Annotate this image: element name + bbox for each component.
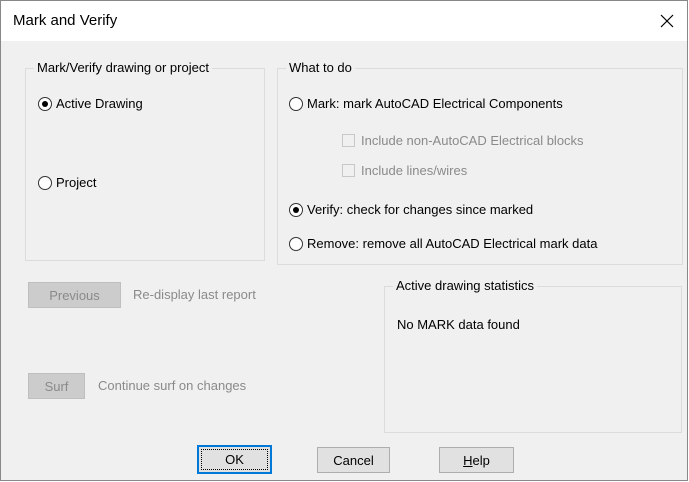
stats-groupbox: Active drawing statistics xyxy=(384,278,682,433)
surf-button-label: Surf xyxy=(44,378,69,394)
previous-button[interactable]: Previous xyxy=(28,282,121,308)
verify-radio-indicator xyxy=(289,202,303,217)
ok-button[interactable]: OK xyxy=(197,445,272,474)
mark-verify-dialog: Mark and Verify Mark/Verify drawing or p… xyxy=(0,0,688,481)
scope-group-legend: Mark/Verify drawing or project xyxy=(34,60,212,76)
ok-button-label: OK xyxy=(225,452,244,467)
include-lines-label: Include lines/wires xyxy=(361,163,468,178)
project-label: Project xyxy=(56,175,97,190)
help-mnemonic: H xyxy=(463,452,473,468)
close-icon xyxy=(660,14,674,28)
include-blocks-label: Include non-AutoCAD Electrical blocks xyxy=(361,133,584,148)
mark-radio-indicator xyxy=(289,96,303,111)
stats-message: No MARK data found xyxy=(397,317,520,332)
help-button[interactable]: Help xyxy=(439,447,514,473)
include-lines-checkbox[interactable]: Include lines/wires xyxy=(342,163,467,178)
previous-button-label: Previous xyxy=(49,287,100,303)
active-drawing-label: Active Drawing xyxy=(56,96,143,111)
radio-remove[interactable]: Remove: remove all AutoCAD Electrical ma… xyxy=(289,236,597,251)
active-drawing-radio-indicator xyxy=(38,96,52,111)
verify-label: Verify: check for changes since marked xyxy=(307,202,534,217)
radio-verify[interactable]: Verify: check for changes since marked xyxy=(289,202,533,217)
surf-button[interactable]: Surf xyxy=(28,373,85,399)
radio-mark[interactable]: Mark: mark AutoCAD Electrical Components xyxy=(289,96,563,111)
remove-radio-indicator xyxy=(289,236,303,251)
close-button[interactable] xyxy=(647,1,687,41)
window-title: Mark and Verify xyxy=(13,12,118,29)
action-group-legend: What to do xyxy=(286,60,355,76)
stats-group-legend: Active drawing statistics xyxy=(393,278,537,294)
mark-label: Mark: mark AutoCAD Electrical Components xyxy=(307,96,563,111)
cancel-button-label: Cancel xyxy=(333,452,374,468)
help-label-rest: elp xyxy=(472,452,490,468)
radio-project[interactable]: Project xyxy=(38,175,96,190)
title-bar: Mark and Verify xyxy=(1,1,687,41)
include-blocks-checkbox-box xyxy=(342,134,355,147)
cancel-button[interactable]: Cancel xyxy=(317,447,390,473)
radio-active-drawing[interactable]: Active Drawing xyxy=(38,96,143,111)
remove-label: Remove: remove all AutoCAD Electrical ma… xyxy=(307,236,598,251)
surf-description: Continue surf on changes xyxy=(98,378,247,393)
include-blocks-checkbox[interactable]: Include non-AutoCAD Electrical blocks xyxy=(342,133,584,148)
previous-description: Re-display last report xyxy=(133,287,256,302)
project-radio-indicator xyxy=(38,175,52,190)
help-button-label: Help xyxy=(463,453,490,468)
include-lines-checkbox-box xyxy=(342,164,355,177)
